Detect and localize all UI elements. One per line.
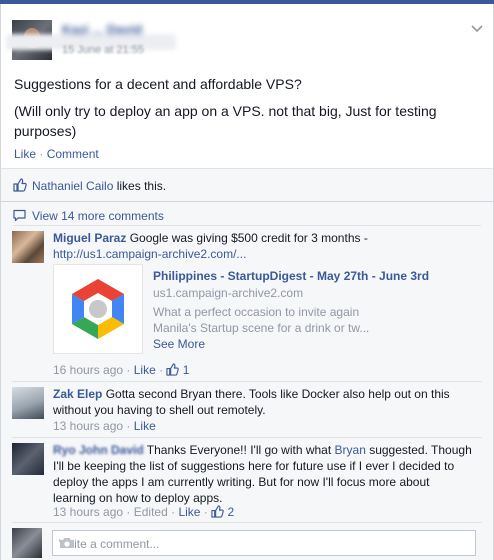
post-actions: Like · Comment <box>14 147 99 161</box>
comment-meta: 13 hours ago · Like <box>53 419 156 433</box>
divider <box>12 381 482 382</box>
comment-time[interactable]: 13 hours ago <box>53 419 123 433</box>
comment-time[interactable]: 16 hours ago <box>53 363 123 377</box>
comment-composer: Write a comment... <box>0 526 494 560</box>
link-preview[interactable]: Philippines - StartupDigest - May 27th -… <box>53 264 473 354</box>
likes-suffix: likes this. <box>113 179 167 193</box>
commenter-name[interactable]: Miguel Paraz <box>53 231 126 245</box>
see-more-link[interactable]: See More <box>153 337 205 351</box>
like-count[interactable]: 1 <box>166 363 189 377</box>
comment-avatar[interactable] <box>12 443 44 475</box>
divider <box>12 437 482 438</box>
post-comment-link[interactable]: Comment <box>47 147 99 161</box>
comment-time[interactable]: 13 hours ago <box>53 505 123 519</box>
comment-bubble-icon <box>13 209 26 225</box>
commenter-name[interactable]: Ryo John David <box>53 443 144 457</box>
like-count-value[interactable]: 2 <box>228 505 235 519</box>
preview-domain: us1.campaign-archive2.com <box>153 286 304 300</box>
comment-like-link[interactable]: Like <box>178 505 200 519</box>
separator: · <box>126 419 131 433</box>
divider <box>13 225 481 226</box>
separator: · <box>203 505 208 519</box>
separator: · <box>159 363 164 377</box>
like-count[interactable]: 2 <box>211 505 234 519</box>
preview-description: What a perfect occasion to invite again … <box>153 304 383 352</box>
comment-text: Gotta second Bryan there. Tools like Doc… <box>53 387 450 417</box>
author-name[interactable]: Kazi ... David <box>62 22 142 37</box>
preview-description-text: What a perfect occasion to invite again … <box>153 305 370 335</box>
camera-icon[interactable] <box>59 537 469 552</box>
google-cloud-logo[interactable] <box>53 264 143 354</box>
post-timestamp[interactable]: 15 June at 21:55 <box>62 44 144 56</box>
edited-label[interactable]: Edited <box>134 505 168 519</box>
likes-summary: Nathaniel Cailo likes this. <box>0 168 494 202</box>
comment-text: Google was giving $500 credit for 3 mont… <box>126 231 368 245</box>
post-text-detail: (Will only try to deploy an app on a VPS… <box>14 103 437 139</box>
comment-body: Zak Elep Gotta second Bryan there. Tools… <box>53 386 473 418</box>
thumbs-up-icon <box>13 178 27 195</box>
separator: · <box>126 363 131 377</box>
comment-meta: 16 hours ago · Like · 1 <box>53 363 189 377</box>
comment-avatar[interactable] <box>12 387 44 419</box>
comment-input[interactable]: Write a comment... <box>52 530 476 556</box>
commenter-name[interactable]: Zak Elep <box>53 387 102 401</box>
current-user-avatar[interactable] <box>12 528 42 558</box>
comment-body: Ryo John David Thanks Everyone!! I'll go… <box>53 442 473 506</box>
comment-text: Thanks Everyone!! I'll go with what <box>143 443 335 457</box>
divider <box>12 522 482 523</box>
comment-like-link[interactable]: Like <box>134 363 156 377</box>
like-count-value[interactable]: 1 <box>183 363 190 377</box>
thumbs-up-icon <box>211 505 224 518</box>
comment-link[interactable]: http://us1.campaign-archive2.com/... <box>53 247 246 261</box>
liker-name-link[interactable]: Nathaniel Cailo <box>32 179 113 193</box>
comment-meta: 13 hours ago · Edited · Like · 2 <box>53 505 234 519</box>
post-text-question: Suggestions for a decent and affordable … <box>14 76 302 92</box>
separator: · <box>39 147 44 161</box>
thumbs-up-icon <box>166 363 180 376</box>
comment-body: Miguel Paraz Google was giving $500 cred… <box>53 230 473 262</box>
comment-avatar[interactable] <box>12 231 44 263</box>
comment-like-link[interactable]: Like <box>134 419 156 433</box>
likes-text: Nathaniel Cailo likes this. <box>32 179 166 193</box>
post-card: Kazi ... David 15 June at 21:55 Suggesti… <box>0 4 494 168</box>
separator: · <box>171 505 176 519</box>
separator: · <box>126 505 131 519</box>
preview-title[interactable]: Philippines - StartupDigest - May 27th -… <box>153 269 429 283</box>
post-like-link[interactable]: Like <box>14 147 36 161</box>
mention-link[interactable]: Bryan <box>335 443 366 457</box>
view-more-comments-link[interactable]: View 14 more comments <box>32 209 164 223</box>
chevron-down-icon[interactable] <box>471 22 483 36</box>
